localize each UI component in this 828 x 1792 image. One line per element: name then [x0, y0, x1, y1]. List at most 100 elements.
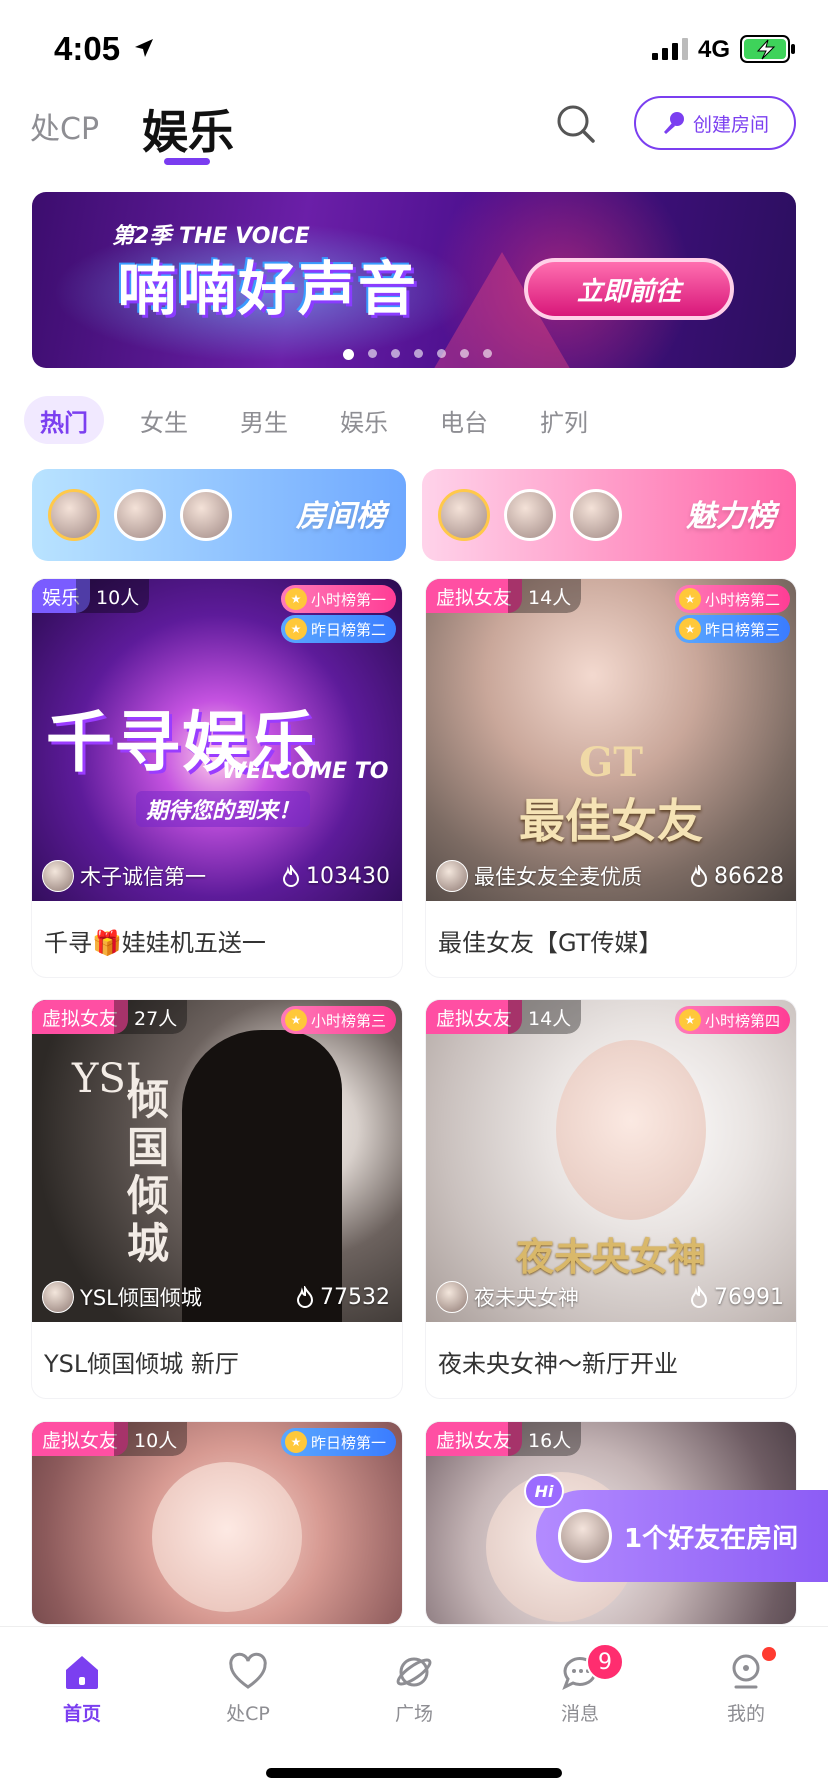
planet-icon: [396, 1657, 432, 1687]
friends-in-room-pill[interactable]: Hi 1个好友在房间: [524, 1474, 828, 1582]
network-type: 4G: [698, 36, 731, 63]
badge-label: 小时榜第三: [310, 1011, 386, 1030]
trophy-icon: ★: [678, 588, 701, 610]
heat-value: 76991: [714, 1284, 784, 1310]
trophy-icon: ★: [284, 1009, 307, 1031]
room-card[interactable]: YSL 倾国倾城 虚拟女友 27人 ★ 小时榜第三 YSL倾国倾城 77532 …: [32, 1000, 402, 1398]
rank-badge: ★ 小时榜第二: [674, 585, 790, 613]
trophy-icon: ★: [284, 1431, 307, 1453]
flame-icon: [296, 1286, 314, 1308]
rank-badge: ★ 昨日榜第三: [674, 615, 790, 643]
room-tag: 虚拟女友 14人: [426, 1000, 582, 1034]
category-entertainment[interactable]: 娱乐: [324, 396, 404, 444]
room-owner: YSL倾国倾城: [42, 1280, 202, 1314]
tab-entertainment[interactable]: 娱乐: [142, 96, 234, 162]
tab-label: 广场: [394, 1703, 433, 1725]
room-count: 10人: [76, 579, 150, 613]
flame-icon: [690, 1286, 708, 1308]
room-tag: 虚拟女友 10人: [32, 1422, 188, 1456]
room-cover: 夜未央女神: [426, 1000, 796, 1322]
promo-banner[interactable]: 第2季 THE VOICE 喃喃好声音 立即前往: [32, 192, 796, 368]
tab-messages[interactable]: 消息 9: [530, 1643, 630, 1726]
cover-title: 倾国倾城: [126, 1075, 169, 1268]
tab-label: 消息: [560, 1703, 599, 1725]
friend-avatar: [558, 1509, 612, 1563]
tab-square[interactable]: 广场: [364, 1651, 464, 1726]
cover-welcome: WELCOME TO: [222, 759, 389, 784]
top-header: 处CP 娱乐 创建房间: [0, 96, 828, 176]
signal-bars-icon: [652, 38, 688, 60]
flame-icon: [690, 865, 708, 887]
room-ranking-card[interactable]: 房间榜: [32, 469, 406, 561]
category-hot[interactable]: 热门: [24, 396, 104, 444]
room-card[interactable]: 夜未央女神 虚拟女友 14人 ★ 小时榜第四 夜未央女神 76991 夜未央女神…: [426, 1000, 796, 1398]
hi-bubble: Hi: [524, 1474, 564, 1508]
category-make-friends[interactable]: 扩列: [524, 396, 604, 444]
avatar: [114, 489, 166, 541]
avatar: [48, 489, 100, 541]
charm-ranking-card[interactable]: 魅力榜: [422, 469, 796, 561]
room-tag: 虚拟女友 27人: [32, 1000, 188, 1034]
category-female[interactable]: 女生: [124, 396, 204, 444]
owner-avatar: [436, 860, 468, 892]
owner-name: YSL倾国倾城: [80, 1286, 202, 1310]
notification-dot: [762, 1647, 776, 1661]
cover-title: 夜未央女神: [515, 1235, 706, 1279]
create-room-button[interactable]: 创建房间: [634, 96, 796, 150]
cover-logo-text: YSL: [72, 1056, 153, 1102]
pagination-dot[interactable]: [459, 349, 469, 358]
tab-home[interactable]: 首页: [32, 1651, 132, 1726]
badge-label: 昨日榜第一: [310, 1433, 386, 1452]
rank-badge: ★ 小时榜第四: [674, 1006, 790, 1034]
pagination-dot[interactable]: [436, 349, 446, 358]
room-owner: 最佳女友全麦优质: [436, 859, 642, 893]
pagination-dot[interactable]: [342, 349, 354, 360]
heart-icon: [229, 1652, 267, 1689]
room-heat: 76991: [688, 1280, 784, 1314]
heat-value: 103430: [306, 863, 390, 889]
category-radio[interactable]: 电台: [424, 396, 504, 444]
search-icon[interactable]: [554, 102, 598, 146]
trophy-icon: ★: [678, 1009, 701, 1031]
cover-portrait: [556, 1040, 706, 1220]
room-name: 千寻🎁娃娃机五送一: [44, 929, 266, 957]
room-card[interactable]: 千寻娱乐 WELCOME TO 期待您的到来！ 娱乐 10人 ★ 小时榜第一 ★…: [32, 579, 402, 977]
owner-avatar: [42, 860, 74, 892]
tab-me[interactable]: 我的: [696, 1647, 796, 1726]
category-tabs: 热门 女生 男生 娱乐 电台 扩列: [24, 396, 624, 444]
room-name: 夜未央女神～新厅开业: [438, 1350, 678, 1378]
owner-avatar: [42, 1281, 74, 1313]
home-indicator: [266, 1768, 562, 1778]
room-ranking-label: 房间榜: [296, 499, 386, 534]
room-owner: 夜未央女神: [436, 1280, 579, 1314]
pagination-dot[interactable]: [367, 349, 377, 358]
room-heat: 86628: [688, 859, 784, 893]
room-cover: YSL 倾国倾城: [32, 1000, 402, 1322]
banner-go-button[interactable]: 立即前往: [524, 258, 734, 320]
flame-icon: [283, 865, 300, 887]
badge-label: 昨日榜第三: [704, 620, 780, 639]
rank-badge: ★ 昨日榜第二: [280, 615, 396, 643]
cover-title: 最佳女友: [519, 794, 703, 848]
owner-name: 最佳女友全麦优质: [474, 865, 642, 889]
banner-pagination: [32, 349, 796, 360]
tab-label: 处CP: [226, 1703, 270, 1725]
room-owner: 木子诚信第一: [42, 859, 206, 893]
badge-label: 小时榜第二: [704, 590, 780, 609]
home-icon: [66, 1656, 98, 1689]
pagination-dot[interactable]: [482, 349, 492, 358]
tab-cp[interactable]: 处CP: [30, 104, 99, 148]
category-male[interactable]: 男生: [224, 396, 304, 444]
room-tag: 娱乐 10人: [32, 579, 150, 613]
pagination-dot[interactable]: [390, 349, 400, 358]
trophy-icon: ★: [284, 588, 307, 610]
rank-badge: ★ 昨日榜第一: [280, 1428, 396, 1456]
pagination-dot[interactable]: [413, 349, 423, 358]
badge-label: 小时榜第一: [310, 590, 386, 609]
room-card[interactable]: GT 最佳女友 虚拟女友 14人 ★ 小时榜第二 ★ 昨日榜第三 最佳女友全麦优…: [426, 579, 796, 977]
room-card[interactable]: 虚拟女友 10人 ★ 昨日榜第一: [32, 1422, 402, 1624]
room-tag: 虚拟女友 14人: [426, 579, 582, 613]
friends-in-room-text: 1个好友在房间: [624, 1523, 799, 1554]
room-heat: 103430: [280, 859, 390, 893]
tab-cp[interactable]: 处CP: [198, 1651, 298, 1726]
